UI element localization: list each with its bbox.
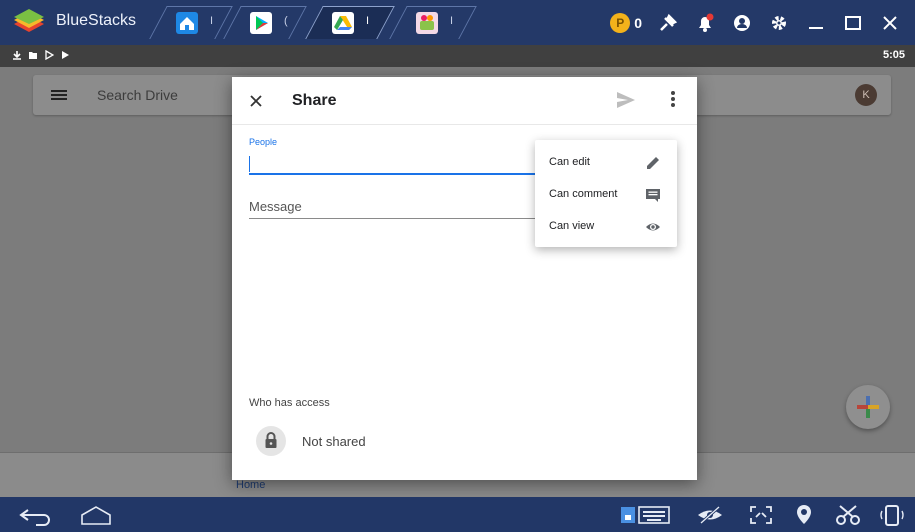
fullscreen-icon[interactable] — [746, 503, 776, 527]
access-status[interactable]: Not shared — [302, 434, 366, 449]
notification-icon[interactable] — [694, 12, 716, 34]
app-title: BlueStacks — [56, 12, 137, 29]
who-has-access-label: Who has access — [249, 397, 330, 409]
comment-icon — [646, 189, 660, 202]
share-dialog: Share People Who has access Not shared — [232, 77, 697, 480]
download-icon — [13, 51, 21, 60]
new-button[interactable] — [846, 385, 890, 429]
tab-google-drive[interactable]: I — [305, 6, 395, 39]
eye-slash-icon[interactable] — [695, 503, 725, 527]
search-placeholder: Search Drive — [97, 87, 178, 103]
maximize-icon[interactable] — [842, 12, 864, 34]
bluestacks-navbar — [0, 497, 915, 532]
play-store-icon — [62, 51, 69, 59]
back-icon[interactable] — [18, 503, 52, 527]
pencil-icon — [647, 157, 659, 169]
people-label: People — [249, 137, 278, 147]
bluestacks-titlebar: BlueStacks I ( I I P 0 — [0, 0, 915, 45]
close-icon[interactable] — [879, 12, 901, 34]
close-icon[interactable] — [248, 93, 264, 109]
google-drive-icon — [332, 12, 354, 34]
people-input[interactable] — [249, 153, 541, 175]
tab-home[interactable]: I — [149, 6, 233, 39]
location-icon[interactable] — [792, 503, 816, 527]
avatar[interactable]: K — [855, 84, 877, 106]
settings-icon[interactable] — [768, 12, 790, 34]
home-icon[interactable] — [78, 503, 114, 527]
minimize-icon[interactable] — [805, 12, 827, 34]
more-options-icon[interactable] — [670, 91, 676, 109]
android-status-bar: 5:05 — [0, 45, 915, 67]
scissors-icon[interactable] — [834, 503, 862, 527]
menu-item-can-comment[interactable]: Can comment — [535, 178, 677, 211]
keyboard-icon[interactable] — [617, 503, 673, 527]
play-store-icon — [250, 12, 272, 34]
permission-menu: Can edit Can comment Can view — [535, 140, 677, 247]
nav-home-label[interactable]: Home — [236, 479, 265, 491]
menu-item-can-edit[interactable]: Can edit — [535, 146, 677, 179]
menu-icon[interactable] — [51, 90, 67, 100]
app-icon — [416, 12, 438, 34]
menu-item-can-view[interactable]: Can view — [535, 210, 677, 243]
dialog-title: Share — [292, 92, 337, 109]
home-icon — [176, 12, 198, 34]
share-dialog-header: Share — [232, 77, 697, 125]
text-cursor — [249, 156, 250, 172]
coin-icon[interactable]: P — [610, 13, 631, 33]
play-icon — [45, 50, 54, 60]
account-icon[interactable] — [731, 12, 753, 34]
eye-icon — [646, 223, 660, 231]
lock-icon — [256, 426, 286, 456]
status-time: 5:05 — [882, 49, 905, 61]
tab-app[interactable]: I — [389, 6, 477, 39]
folder-icon — [29, 52, 37, 59]
tab-play-store[interactable]: ( — [223, 6, 307, 39]
send-icon[interactable] — [616, 91, 636, 109]
bluestacks-logo-icon — [14, 9, 44, 32]
rotate-icon[interactable] — [878, 503, 906, 527]
pin-icon[interactable] — [657, 12, 679, 34]
coin-count: 0 — [634, 15, 642, 31]
